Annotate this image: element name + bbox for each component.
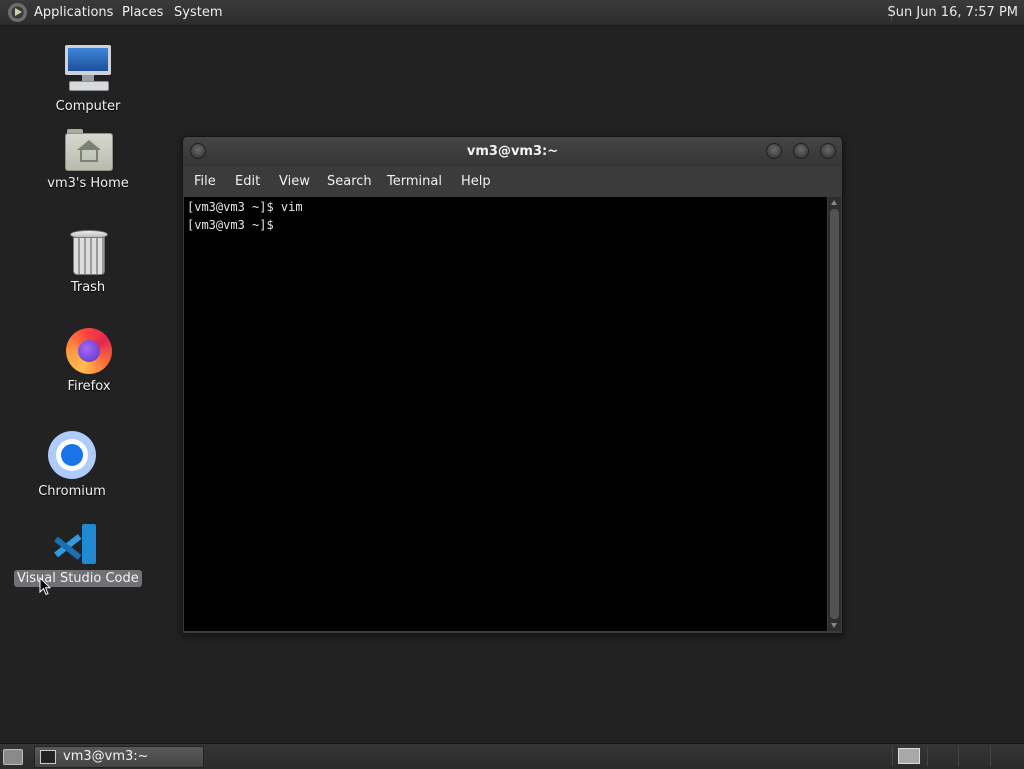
minimize-icon[interactable]	[766, 143, 782, 159]
scroll-down-arrow-icon[interactable]	[831, 623, 837, 628]
desktop-icon-chromium[interactable]: Chromium	[12, 431, 132, 500]
terminal-menubar: File Edit View Search Terminal Help	[183, 167, 842, 197]
chromium-icon	[48, 431, 96, 479]
panel-separator	[958, 746, 959, 766]
terminal-icon	[40, 750, 56, 764]
window-titlebar[interactable]: vm3@vm3:~	[183, 137, 842, 167]
desktop-icon-label: vm3's Home	[47, 176, 129, 191]
menu-view[interactable]: View	[279, 167, 310, 197]
desktop-icon-label: Chromium	[38, 484, 106, 499]
menu-search[interactable]: Search	[327, 167, 372, 197]
show-desktop-icon[interactable]	[3, 749, 23, 765]
desktop-icon-home[interactable]: vm3's Home	[28, 129, 148, 192]
panel-separator	[927, 746, 928, 766]
panel-separator	[990, 746, 991, 766]
trash-icon	[68, 229, 108, 275]
window-title: vm3@vm3:~	[466, 144, 559, 159]
terminal-scrollbar[interactable]	[828, 197, 841, 631]
panel-separator	[892, 746, 893, 766]
desktop-icon-computer[interactable]: Computer	[28, 44, 148, 115]
top-panel: Applications Places System Sun Jun 16, 7…	[0, 0, 1024, 26]
vscode-icon	[52, 522, 96, 566]
desktop-icon-label: Computer	[55, 99, 121, 114]
workspace-switcher[interactable]	[898, 748, 920, 764]
taskbar-item-label: vm3@vm3:~	[63, 749, 149, 764]
desktop-icon-vscode[interactable]: Visual Studio Code	[14, 522, 142, 587]
desktop-icon-label: Visual Studio Code	[14, 570, 142, 587]
system-menu[interactable]: System	[174, 0, 222, 25]
scrollbar-thumb[interactable]	[830, 209, 839, 619]
firefox-icon	[66, 328, 112, 374]
terminal-line: [vm3@vm3 ~]$ vim	[187, 200, 303, 214]
places-menu[interactable]: Places	[122, 0, 163, 25]
bottom-panel: vm3@vm3:~	[0, 743, 1024, 769]
computer-icon	[63, 44, 113, 94]
menu-terminal[interactable]: Terminal	[387, 167, 442, 197]
menu-edit[interactable]: Edit	[235, 167, 260, 197]
terminal-window[interactable]: vm3@vm3:~ File Edit View Search Terminal…	[182, 136, 843, 634]
terminal-output[interactable]: [vm3@vm3 ~]$ vim [vm3@vm3 ~]$	[184, 197, 827, 631]
desktop-icon-trash[interactable]: Trash	[28, 229, 148, 296]
applications-menu[interactable]: Applications	[34, 0, 113, 25]
terminal-prompt-line: [vm3@vm3 ~]$	[187, 218, 281, 232]
clock[interactable]: Sun Jun 16, 7:57 PM	[888, 0, 1019, 25]
applications-logo-icon[interactable]	[8, 3, 27, 22]
home-folder-icon	[65, 129, 113, 171]
desktop-icon-label: Trash	[70, 280, 106, 295]
close-icon[interactable]	[820, 143, 836, 159]
maximize-icon[interactable]	[793, 143, 809, 159]
desktop-icon-firefox[interactable]: Firefox	[29, 328, 149, 395]
desktop-icon-label: Firefox	[67, 379, 111, 394]
menu-file[interactable]: File	[194, 167, 216, 197]
scroll-up-arrow-icon[interactable]	[831, 200, 837, 205]
menu-help[interactable]: Help	[461, 167, 491, 197]
taskbar-item-terminal[interactable]: vm3@vm3:~	[34, 746, 204, 768]
